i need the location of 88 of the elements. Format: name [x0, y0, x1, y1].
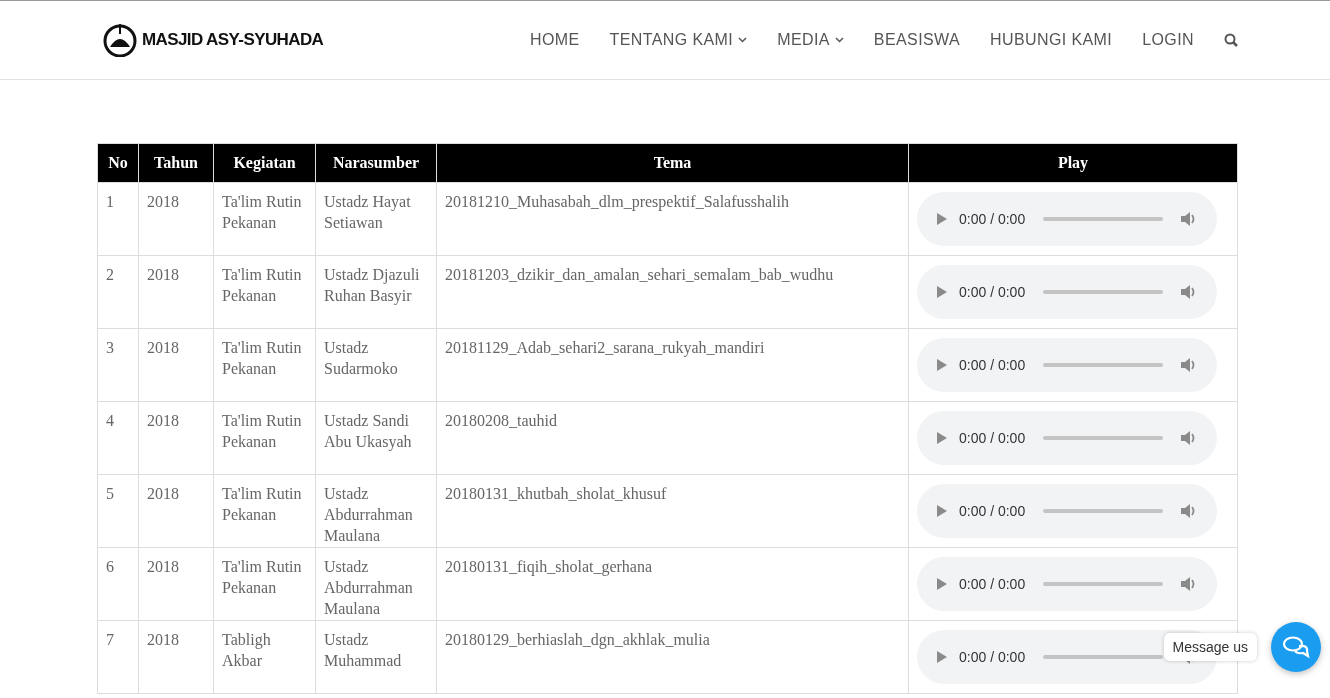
play-icon[interactable]	[937, 359, 947, 371]
audio-player[interactable]: 0:00 / 0:00	[917, 192, 1217, 246]
table-cell: Ustadz Hayat Setiawan	[324, 193, 411, 231]
table-cell: Ta'lim Rutin Pekanan	[222, 485, 302, 523]
table-cell: 4	[106, 412, 114, 429]
table-cell: 6	[106, 558, 114, 575]
play-icon[interactable]	[937, 651, 947, 663]
audio-player[interactable]: 0:00 / 0:00	[917, 411, 1217, 465]
table-cell: 2018	[147, 412, 179, 429]
audio-time: 0:00 / 0:00	[959, 576, 1026, 592]
table-cell: 20181129_Adab_sehari2_sarana_rukyah_mandiri	[445, 339, 765, 356]
audio-player[interactable]: 0:00 / 0:00	[917, 265, 1217, 319]
table-cell: Ustadz Djazuli Ruhan Basyir	[324, 266, 420, 304]
progress-track[interactable]	[1043, 582, 1163, 586]
table-cell: Ta'lim Rutin Pekanan	[222, 558, 302, 596]
volume-icon[interactable]	[1181, 577, 1197, 591]
play-icon[interactable]	[937, 578, 947, 590]
table-cell: 20180129_berhiaslah_dgn_akhlak_mulia	[445, 631, 710, 648]
progress-track[interactable]	[1043, 655, 1163, 659]
volume-icon[interactable]	[1181, 358, 1197, 372]
table-cell: 1	[106, 193, 114, 210]
chevron-down-icon	[834, 37, 844, 43]
chat-tooltip: Message us	[1163, 633, 1257, 661]
audio-time: 0:00 / 0:00	[959, 430, 1026, 446]
table-cell: 7	[106, 631, 114, 648]
table-cell: 20180131_khutbah_sholat_khusuf	[445, 485, 667, 502]
table-cell: Ta'lim Rutin Pekanan	[222, 266, 302, 304]
table-cell: 2018	[147, 193, 179, 210]
table-cell: 2018	[147, 485, 179, 502]
progress-track[interactable]	[1043, 363, 1163, 367]
table-cell: Ta'lim Rutin Pekanan	[222, 339, 302, 377]
mosque-logo-icon	[102, 23, 138, 57]
column-header: Tahun	[138, 143, 214, 183]
table-cell: 3	[106, 339, 114, 356]
audio-time: 0:00 / 0:00	[959, 357, 1026, 373]
audio-time: 0:00 / 0:00	[959, 211, 1026, 227]
nav-link[interactable]: HOME	[529, 31, 580, 49]
audio-time: 0:00 / 0:00	[959, 649, 1026, 665]
nav-link[interactable]: BEASISWA	[873, 31, 961, 49]
table-cell: 2018	[147, 339, 179, 356]
progress-track[interactable]	[1043, 290, 1163, 294]
nav-link[interactable]: TENTANG KAMI	[609, 31, 748, 49]
table-cell: Ta'lim Rutin Pekanan	[222, 193, 302, 231]
site-logo-text[interactable]: MASJID ASY-SYUHADA	[142, 30, 324, 50]
play-icon[interactable]	[937, 286, 947, 298]
table-cell: Ta'lim Rutin Pekanan	[222, 412, 302, 450]
audio-time: 0:00 / 0:00	[959, 284, 1026, 300]
table-cell: Ustadz Abdurrahman Maulana	[324, 558, 413, 617]
table-cell: Ustadz Sudarmoko	[324, 339, 398, 377]
table-cell: 2018	[147, 266, 179, 283]
play-icon[interactable]	[937, 432, 947, 444]
volume-icon[interactable]	[1181, 431, 1197, 445]
nav-link[interactable]: LOGIN	[1142, 31, 1194, 49]
chat-bubbles-icon	[1282, 635, 1310, 659]
table-cell: 20180131_fiqih_sholat_gerhana	[445, 558, 653, 575]
volume-icon[interactable]	[1181, 504, 1197, 518]
progress-track[interactable]	[1043, 217, 1163, 221]
progress-track[interactable]	[1043, 436, 1163, 440]
column-header: Kegiatan	[213, 143, 316, 183]
volume-icon[interactable]	[1181, 285, 1197, 299]
volume-icon[interactable]	[1181, 212, 1197, 226]
table-cell: Ustadz Muhammad	[324, 631, 402, 669]
audio-player[interactable]: 0:00 / 0:00	[917, 557, 1217, 611]
table-cell: Tabligh Akbar	[222, 631, 271, 669]
table-cell: 20180208_tauhid	[445, 412, 557, 429]
table-cell: Ustadz Sandi Abu Ukasyah	[324, 412, 412, 450]
column-header: Tema	[436, 143, 909, 183]
play-icon[interactable]	[937, 213, 947, 225]
table-cell: 2018	[147, 558, 179, 575]
chevron-down-icon	[738, 37, 748, 43]
progress-track[interactable]	[1043, 509, 1163, 513]
audio-player[interactable]: 0:00 / 0:00	[917, 338, 1217, 392]
table-cell: 5	[106, 485, 114, 502]
table-cell: 20181203_dzikir_dan_amalan_sehari_semalam_bab_wudhu	[445, 266, 834, 283]
search-icon[interactable]	[1224, 33, 1238, 47]
audio-player[interactable]: 0:00 / 0:00	[917, 484, 1217, 538]
table-cell: 20181210_Muhasabah_dlm_prespektif_Salafusshalih	[445, 193, 789, 210]
column-header: Play	[908, 143, 1238, 183]
table-cell: 2018	[147, 631, 179, 648]
table-cell: 2	[106, 266, 114, 283]
chat-button[interactable]	[1271, 622, 1321, 672]
nav-link[interactable]: MEDIA	[777, 31, 844, 49]
play-icon[interactable]	[937, 505, 947, 517]
column-header: No	[97, 143, 139, 183]
audio-time: 0:00 / 0:00	[959, 503, 1026, 519]
column-header: Narasumber	[315, 143, 437, 183]
nav-link[interactable]: HUBUNGI KAMI	[990, 31, 1113, 49]
table-cell: Ustadz Abdurrahman Maulana	[324, 485, 413, 544]
